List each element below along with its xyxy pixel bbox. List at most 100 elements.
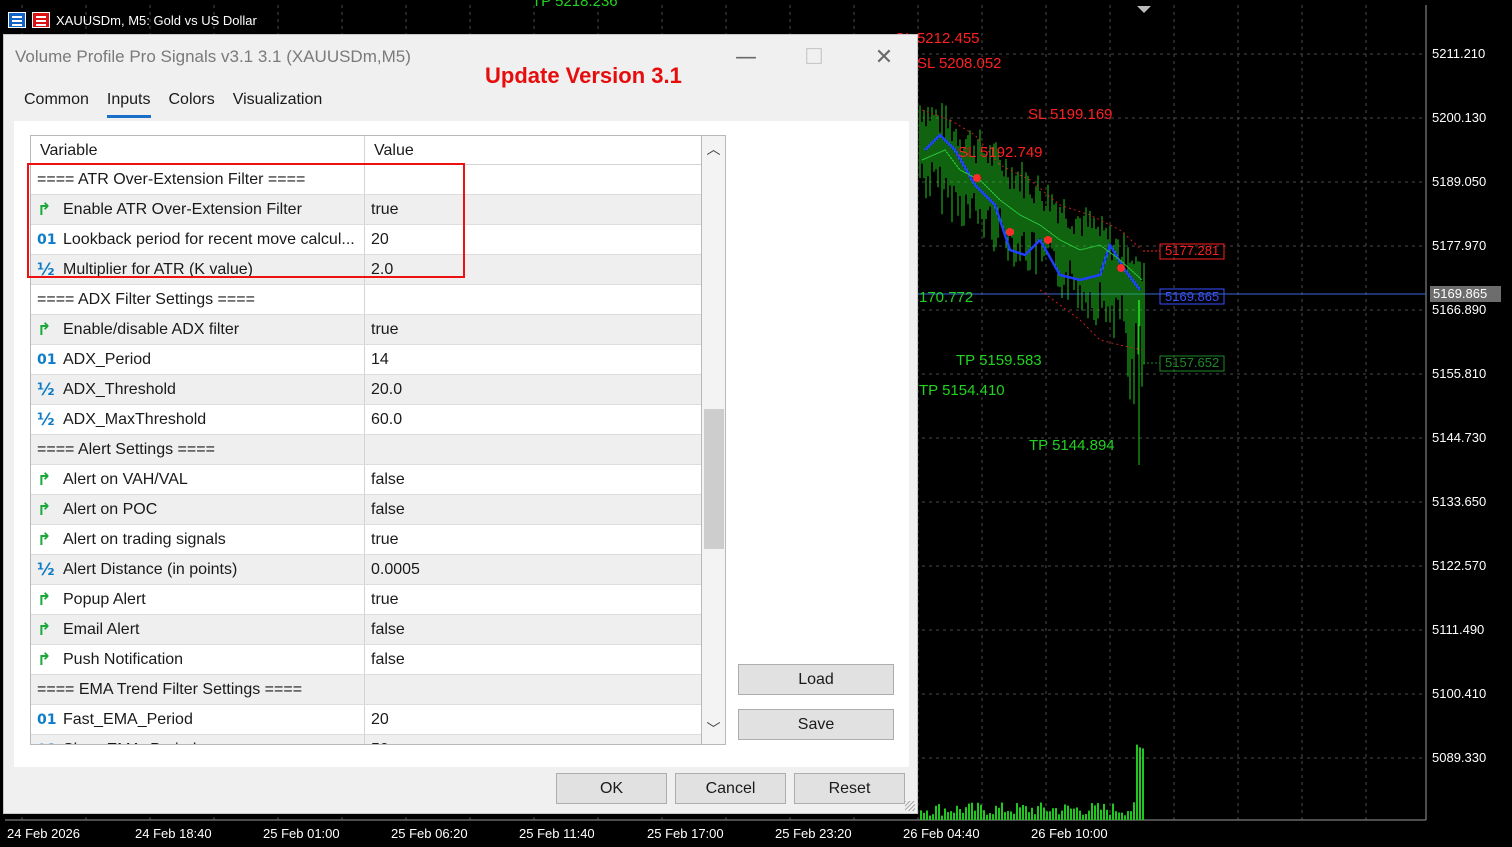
table-row[interactable]: ==== EMA Trend Filter Settings ==== bbox=[31, 675, 701, 705]
level-label-green-left: 170.772 bbox=[919, 289, 974, 306]
value-cell[interactable]: 20 bbox=[365, 705, 701, 734]
volume-bar bbox=[944, 808, 946, 820]
variable-cell: 01 Fast_EMA_Period bbox=[31, 705, 365, 734]
value-cell[interactable]: true bbox=[365, 315, 701, 344]
volume-bar bbox=[1067, 805, 1069, 820]
tab-inputs[interactable]: Inputs bbox=[106, 91, 151, 118]
table-row[interactable]: 01 ADX_Period 14 bbox=[31, 345, 701, 375]
bool-arrow-icon: ↱ bbox=[37, 619, 52, 640]
value-cell[interactable] bbox=[365, 285, 701, 314]
volume-bar bbox=[998, 807, 1000, 820]
value-cell[interactable]: false bbox=[365, 615, 701, 644]
scroll-up-icon[interactable]: ︿ bbox=[702, 136, 725, 164]
sl-annotation: SL 5208.052 bbox=[917, 55, 1002, 72]
value-cell[interactable]: false bbox=[365, 465, 701, 494]
volume-bar bbox=[1034, 814, 1036, 820]
table-row[interactable]: ↱ Email Alert false bbox=[31, 615, 701, 645]
volume-bar bbox=[1052, 808, 1054, 820]
volume-bar bbox=[1016, 803, 1018, 820]
table-row[interactable]: ↱ Push Notification false bbox=[31, 645, 701, 675]
volume-bar bbox=[1028, 812, 1030, 820]
close-button[interactable]: ✕ bbox=[862, 43, 906, 73]
table-scrollbar[interactable]: ︿ ﹀ bbox=[702, 135, 726, 745]
maximize-button[interactable]: ☐ bbox=[792, 43, 836, 73]
table-row[interactable]: ↱ Alert on VAH/VAL false bbox=[31, 465, 701, 495]
volume-bar bbox=[1091, 803, 1093, 820]
value-cell[interactable]: false bbox=[365, 645, 701, 674]
minimize-button[interactable]: — bbox=[724, 43, 768, 73]
variable-cell: ↱ Alert on trading signals bbox=[31, 525, 365, 554]
variable-cell: ↱ Push Notification bbox=[31, 645, 365, 674]
bool-arrow-icon: ↱ bbox=[37, 469, 52, 490]
price-tick-label: 5166.890 bbox=[1432, 302, 1487, 317]
table-row[interactable]: 01Slow_EMA_Period50 bbox=[31, 735, 701, 745]
table-row[interactable]: 01 Fast_EMA_Period 20 bbox=[31, 705, 701, 735]
value-cell[interactable]: 14 bbox=[365, 345, 701, 374]
column-header-variable[interactable]: Variable bbox=[31, 136, 365, 164]
scroll-down-icon[interactable]: ﹀ bbox=[702, 716, 725, 744]
table-row[interactable]: ↱ Enable/disable ADX filter true bbox=[31, 315, 701, 345]
table-row[interactable]: ↱ Popup Alert true bbox=[31, 585, 701, 615]
save-button[interactable]: Save bbox=[738, 709, 894, 740]
table-row[interactable]: ½ Alert Distance (in points) 0.0005 bbox=[31, 555, 701, 585]
volume-bar bbox=[1079, 810, 1081, 820]
table-row[interactable]: ==== ADX Filter Settings ==== bbox=[31, 285, 701, 315]
value-cell[interactable]: 20.0 bbox=[365, 375, 701, 404]
ok-button[interactable]: OK bbox=[556, 773, 667, 804]
load-button[interactable]: Load bbox=[738, 664, 894, 695]
volume-bar bbox=[953, 812, 955, 820]
cancel-button[interactable]: Cancel bbox=[675, 773, 786, 804]
volume-bar bbox=[1082, 814, 1084, 820]
variable-name: Alert Distance (in points) bbox=[63, 560, 238, 578]
tp-annotation: TP 5154.410 bbox=[919, 382, 1005, 399]
volume-bar bbox=[1061, 810, 1063, 820]
band-red-dotted-lower bbox=[1039, 289, 1143, 351]
tab-colors[interactable]: Colors bbox=[169, 91, 215, 118]
table-row[interactable]: ½ ADX_Threshold 20.0 bbox=[31, 375, 701, 405]
volume-bar bbox=[938, 804, 940, 820]
date-tick-label: 24 Feb 2026 bbox=[7, 826, 81, 841]
resize-grip-icon[interactable] bbox=[905, 801, 915, 811]
volume-bar bbox=[1115, 811, 1117, 820]
tab-common[interactable]: Common bbox=[24, 91, 89, 118]
variable-name: Email Alert bbox=[63, 620, 140, 638]
value-cell[interactable]: false bbox=[365, 495, 701, 524]
variable-name: Fast_EMA_Period bbox=[63, 710, 193, 728]
column-header-value[interactable]: Value bbox=[365, 136, 414, 164]
chart-shift-marker bbox=[1137, 6, 1151, 13]
value-cell[interactable]: true bbox=[365, 525, 701, 554]
bool-arrow-icon: ↱ bbox=[37, 529, 52, 550]
volume-bar bbox=[1031, 807, 1033, 820]
volume-bar bbox=[1142, 748, 1144, 820]
int-icon: 01 bbox=[37, 351, 57, 368]
update-version-banner: Update Version 3.1 bbox=[485, 63, 682, 88]
value-cell[interactable]: 50 bbox=[365, 735, 701, 745]
value-cell[interactable]: 60.0 bbox=[365, 405, 701, 434]
value-cell[interactable] bbox=[365, 435, 701, 464]
volume-bar bbox=[1088, 810, 1090, 820]
variable-cell: 01Slow_EMA_Period bbox=[31, 735, 365, 744]
volume-bar bbox=[962, 812, 964, 820]
volume-bar bbox=[1076, 807, 1078, 820]
reset-button[interactable]: Reset bbox=[794, 773, 905, 804]
tab-visualization[interactable]: Visualization bbox=[233, 91, 323, 118]
variable-name: ==== EMA Trend Filter Settings ==== bbox=[37, 680, 303, 698]
chart-window-icon bbox=[32, 12, 50, 28]
date-tick-label: 24 Feb 18:40 bbox=[135, 826, 212, 841]
variable-cell: ½ ADX_Threshold bbox=[31, 375, 365, 404]
scroll-thumb[interactable] bbox=[704, 409, 724, 549]
value-cell[interactable]: true bbox=[365, 585, 701, 614]
volume-bar bbox=[992, 814, 994, 820]
table-row[interactable]: ==== Alert Settings ==== bbox=[31, 435, 701, 465]
variable-name: Popup Alert bbox=[63, 590, 146, 608]
table-row[interactable]: ↱ Alert on trading signals true bbox=[31, 525, 701, 555]
value-cell[interactable] bbox=[365, 675, 701, 704]
value-cell[interactable]: 0.0005 bbox=[365, 555, 701, 584]
menu-icon[interactable] bbox=[8, 12, 26, 28]
volume-bar bbox=[932, 814, 934, 820]
volume-bar bbox=[1106, 809, 1108, 820]
volume-bar bbox=[1112, 803, 1114, 820]
table-row[interactable]: ↱ Alert on POC false bbox=[31, 495, 701, 525]
volume-bar bbox=[1046, 811, 1048, 820]
table-row[interactable]: ½ ADX_MaxThreshold 60.0 bbox=[31, 405, 701, 435]
